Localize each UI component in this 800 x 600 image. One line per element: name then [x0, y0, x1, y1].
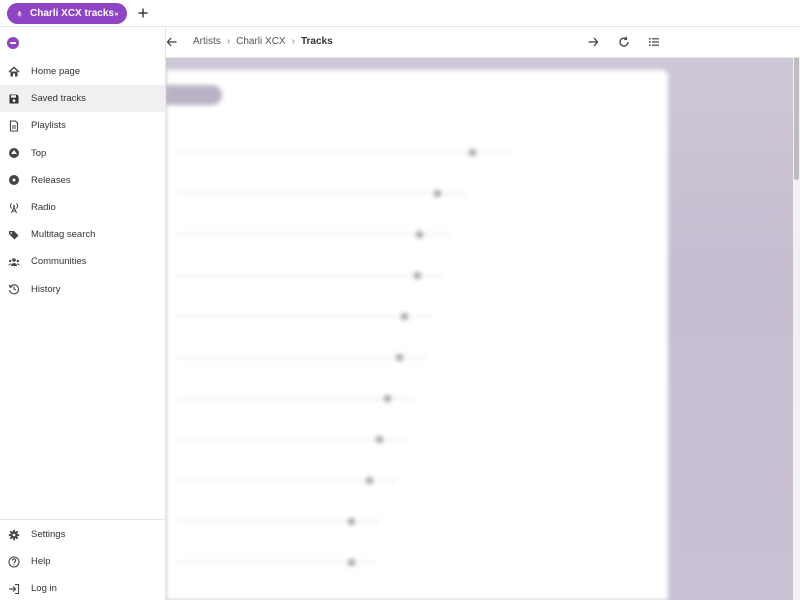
sidebar-item-label: Communities — [31, 256, 87, 268]
sidebar-item-history[interactable]: History — [0, 276, 165, 303]
list-item — [176, 179, 536, 220]
list-item — [176, 302, 536, 343]
back-arrow-icon[interactable] — [166, 36, 178, 48]
list-item — [176, 138, 536, 179]
tags-icon — [9, 230, 19, 240]
sidebar-item-top[interactable]: Top — [0, 140, 165, 167]
chevron-right-icon: › — [291, 36, 295, 47]
sidebar-item-label: Releases — [31, 174, 71, 186]
tab-bar: Charli XCX tracks — [0, 0, 800, 27]
sidebar: Home page Saved tracks Playlists Top Rel… — [0, 27, 166, 600]
tab-charli-xcx-tracks[interactable]: Charli XCX tracks — [7, 3, 127, 24]
sidebar-item-settings[interactable]: Settings — [0, 521, 165, 548]
list-item — [176, 220, 536, 261]
sidebar-bottom-nav: Settings Help Log in — [0, 519, 165, 600]
playlist-icon — [9, 120, 19, 132]
breadcrumb: Artists › Charli XCX › Tracks — [193, 36, 333, 47]
list-item — [176, 548, 536, 589]
sidebar-item-label: Radio — [31, 202, 56, 214]
login-icon — [9, 583, 20, 594]
sidebar-item-releases[interactable]: Releases — [0, 167, 165, 194]
sidebar-item-saved-tracks[interactable]: Saved tracks — [0, 85, 165, 113]
disc-icon — [9, 175, 19, 186]
breadcrumb-artist[interactable]: Charli XCX — [236, 36, 285, 47]
list-item — [176, 261, 536, 302]
blurred-pill — [166, 85, 222, 105]
refresh-icon[interactable] — [618, 36, 630, 48]
users-icon — [8, 258, 20, 266]
breadcrumb-tracks: Tracks — [300, 36, 333, 47]
sidebar-item-home[interactable]: Home page — [0, 58, 165, 85]
sidebar-item-label: History — [31, 283, 61, 295]
sidebar-item-communities[interactable]: Communities — [0, 248, 165, 275]
list-icon[interactable] — [648, 36, 660, 48]
sidebar-item-label: Settings — [31, 529, 66, 540]
app-logo[interactable] — [7, 37, 19, 49]
forward-arrow-icon[interactable] — [587, 36, 599, 48]
sidebar-item-label: Home page — [31, 66, 81, 78]
breadcrumb-artists[interactable]: Artists — [193, 36, 221, 47]
sidebar-item-help[interactable]: Help — [0, 548, 165, 575]
help-icon — [8, 555, 20, 568]
home-icon — [8, 66, 20, 77]
sidebar-item-label: Saved tracks — [31, 93, 86, 105]
sidebar-item-radio[interactable]: Radio — [0, 194, 165, 221]
radio-icon — [9, 202, 19, 213]
sidebar-item-label: Top — [31, 147, 47, 159]
close-icon[interactable] — [114, 9, 119, 19]
list-item — [176, 343, 536, 384]
blurred-track-list — [176, 138, 536, 589]
gear-icon — [8, 529, 20, 540]
history-icon — [8, 284, 20, 295]
list-item — [176, 425, 536, 466]
sidebar-item-playlists[interactable]: Playlists — [0, 112, 165, 139]
sidebar-item-label: Playlists — [31, 120, 66, 132]
list-item — [176, 507, 536, 548]
sidebar-nav: Home page Saved tracks Playlists Top Rel… — [0, 58, 165, 303]
scrollbar[interactable] — [793, 27, 800, 600]
top-icon — [9, 148, 19, 159]
plus-icon[interactable] — [136, 6, 150, 20]
sidebar-item-multitag-search[interactable]: Multitag search — [0, 221, 165, 248]
sidebar-item-label: Log in — [31, 583, 57, 594]
navigation-toolbar: Artists › Charli XCX › Tracks — [166, 27, 800, 58]
tracks-panel-blurred — [166, 70, 668, 600]
microphone-icon — [17, 10, 22, 17]
list-item — [176, 466, 536, 507]
list-item — [176, 384, 536, 425]
sidebar-item-label: Help — [31, 556, 51, 567]
sidebar-item-log-in[interactable]: Log in — [0, 575, 165, 600]
sidebar-item-label: Multitag search — [31, 229, 96, 241]
chevron-right-icon: › — [226, 36, 231, 47]
floppy-icon — [9, 94, 19, 104]
tab-title: Charli XCX tracks — [30, 8, 114, 19]
